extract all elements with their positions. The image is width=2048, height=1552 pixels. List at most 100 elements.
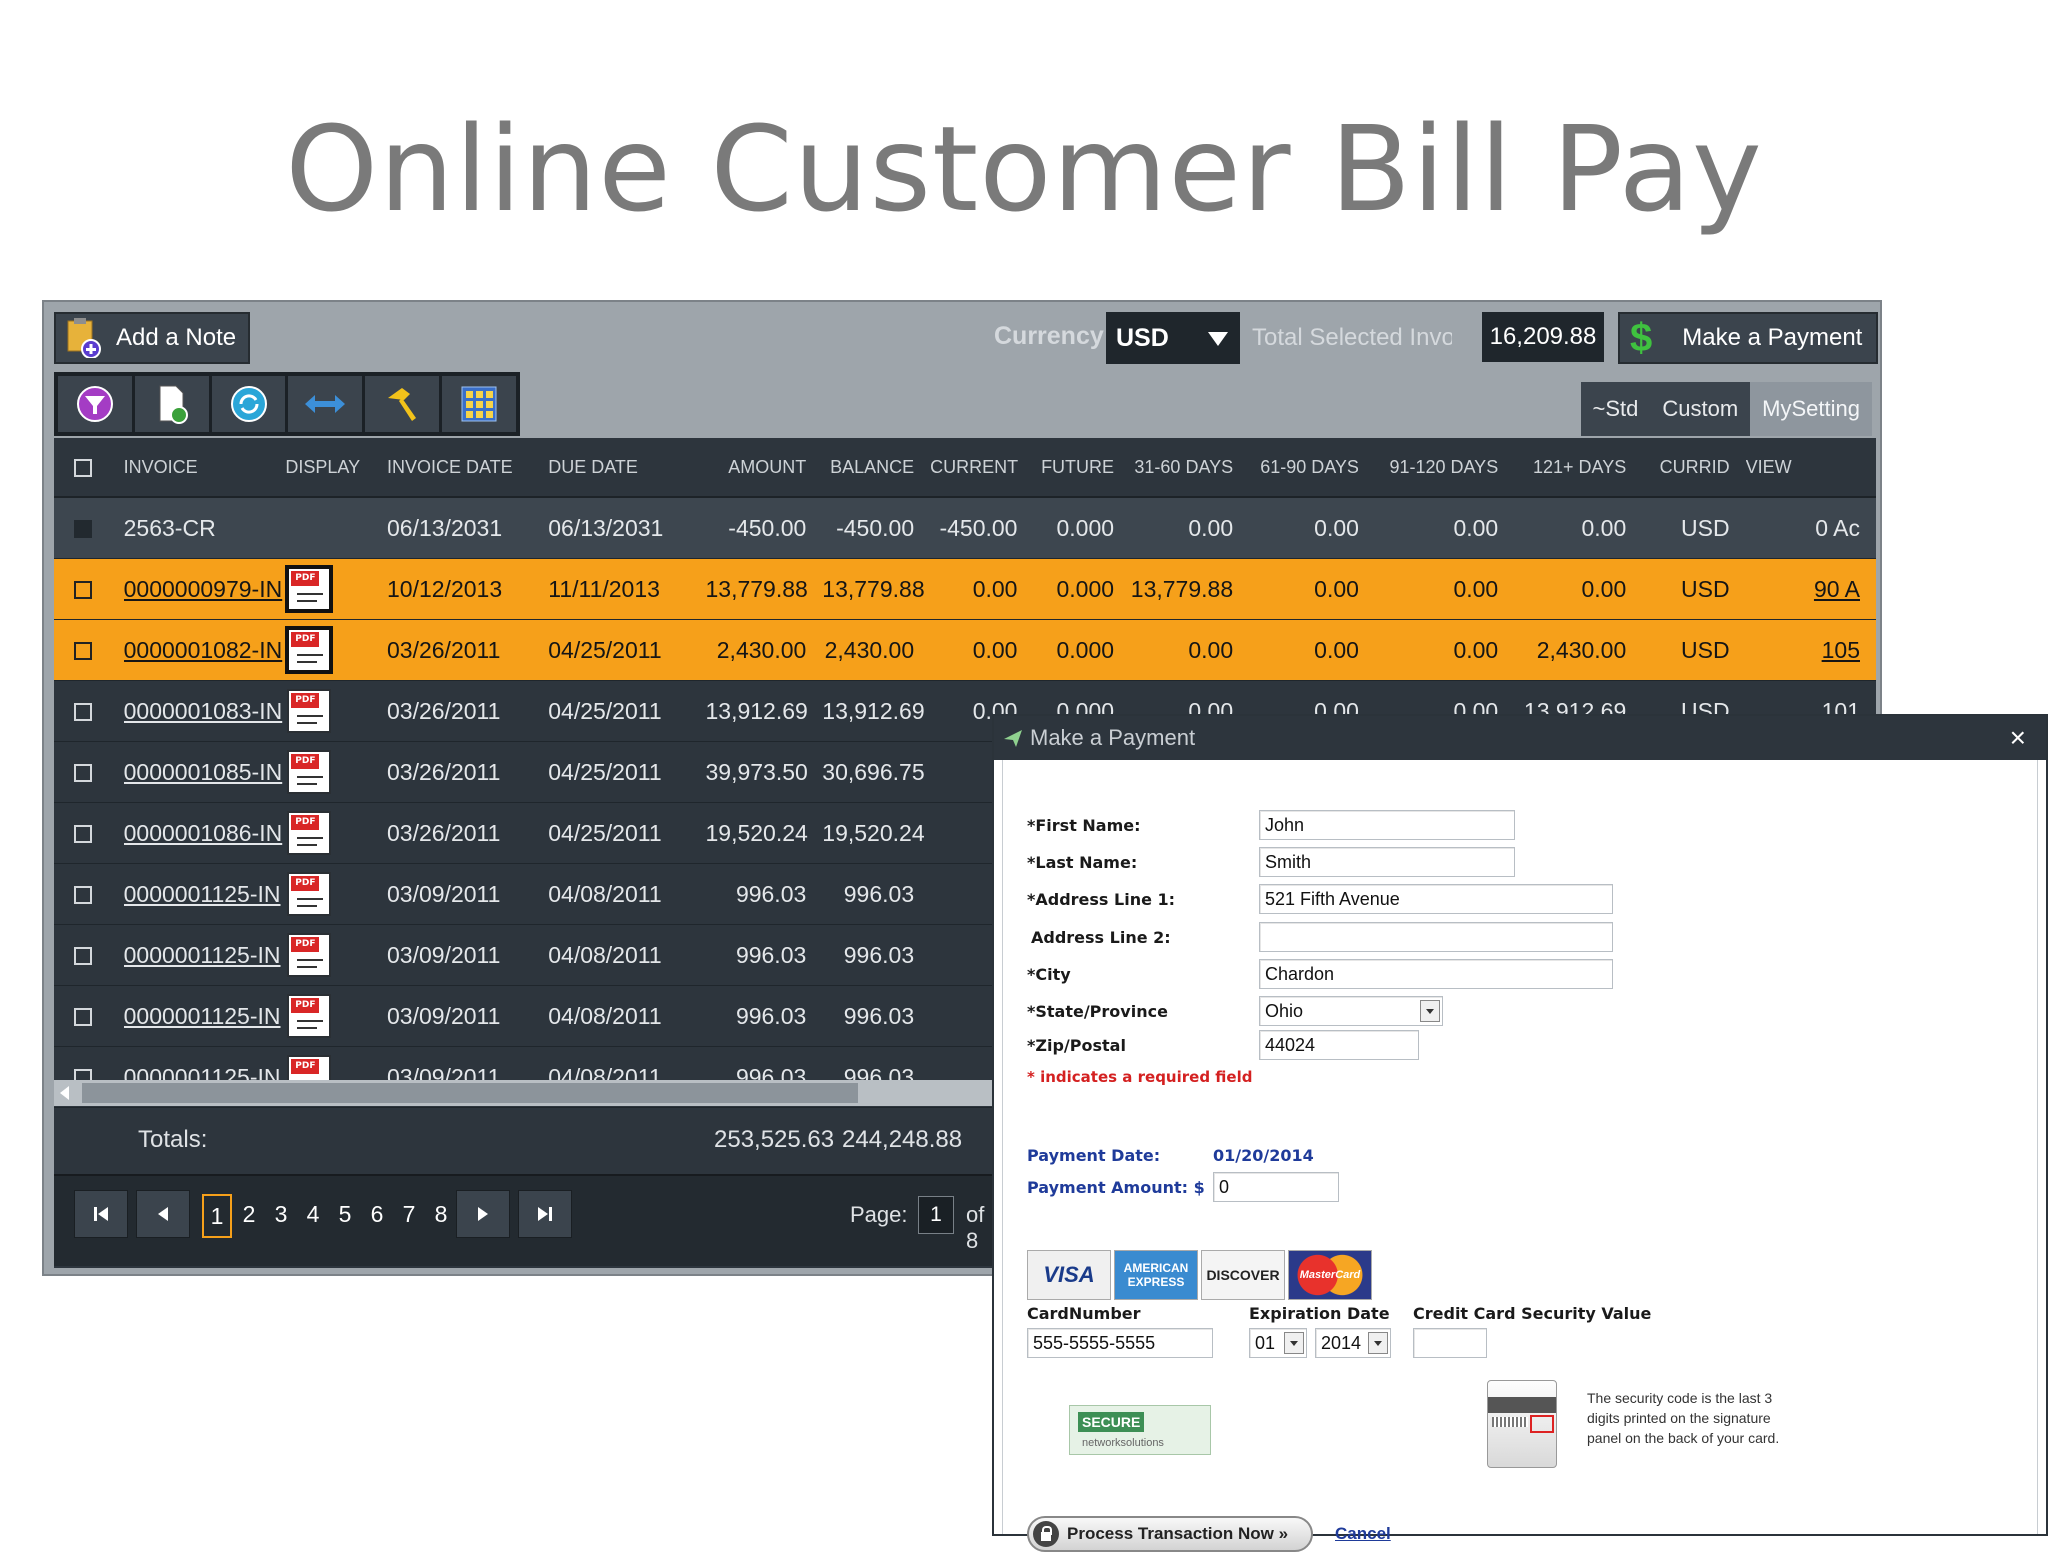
pdf-icon[interactable]: PDF bbox=[287, 994, 332, 1038]
invoice-link[interactable]: 0000001086-IN bbox=[124, 820, 283, 846]
col-current[interactable]: CURRENT bbox=[930, 438, 1034, 498]
exp-month-select[interactable]: 01 bbox=[1249, 1328, 1307, 1358]
pdf-icon[interactable]: PDF bbox=[287, 811, 332, 855]
discover-logo[interactable]: DISCOVER bbox=[1201, 1250, 1285, 1300]
city-field[interactable]: Chardon bbox=[1259, 959, 1613, 989]
last-page-button[interactable] bbox=[518, 1190, 572, 1238]
row-checkbox[interactable] bbox=[74, 947, 92, 966]
col-view[interactable]: VIEW bbox=[1745, 438, 1876, 498]
page-number-2[interactable]: 2 bbox=[234, 1194, 264, 1234]
page-number-5[interactable]: 5 bbox=[330, 1194, 360, 1234]
col-amount[interactable]: AMOUNT bbox=[705, 438, 823, 498]
col-balance[interactable]: BALANCE bbox=[822, 438, 931, 498]
view-link[interactable]: 105 bbox=[1822, 637, 1860, 663]
col-91-120-days[interactable]: 91-120 DAYS bbox=[1374, 438, 1515, 498]
page-number-3[interactable]: 3 bbox=[266, 1194, 296, 1234]
address2-field[interactable] bbox=[1259, 922, 1613, 952]
page-number-input[interactable]: 1 bbox=[918, 1196, 954, 1234]
cell-currid: USD bbox=[1642, 497, 1746, 559]
first-page-button[interactable] bbox=[74, 1190, 128, 1238]
state-select[interactable]: Ohio bbox=[1259, 996, 1443, 1026]
total-selected-value: 16,209.88 bbox=[1482, 312, 1604, 362]
col-invoice-date[interactable]: INVOICE DATE bbox=[373, 438, 549, 498]
tab-std[interactable]: ~Std bbox=[1581, 382, 1651, 436]
new-document-button[interactable] bbox=[134, 376, 209, 432]
visa-logo[interactable]: VISA bbox=[1027, 1250, 1111, 1300]
row-checkbox[interactable] bbox=[74, 581, 92, 600]
address1-field[interactable]: 521 Fifth Avenue bbox=[1259, 884, 1613, 914]
pdf-icon[interactable]: PDF bbox=[287, 933, 332, 977]
view-link[interactable]: 90 A bbox=[1814, 576, 1860, 602]
tab-mysetting[interactable]: MySetting bbox=[1750, 382, 1872, 436]
next-page-button[interactable] bbox=[456, 1190, 510, 1238]
resize-columns-button[interactable] bbox=[288, 376, 363, 432]
row-checkbox[interactable] bbox=[74, 642, 92, 661]
pdf-icon[interactable]: PDF bbox=[287, 628, 332, 672]
exp-year-select[interactable]: 2014 bbox=[1315, 1328, 1391, 1358]
grid-layout-button[interactable] bbox=[442, 376, 516, 432]
horizontal-scrollbar[interactable] bbox=[54, 1080, 996, 1106]
scrollbar-thumb[interactable] bbox=[82, 1083, 858, 1103]
close-icon[interactable]: × bbox=[2010, 722, 2026, 754]
pdf-icon[interactable]: PDF bbox=[287, 567, 332, 611]
col-currid[interactable]: CURRID bbox=[1642, 438, 1746, 498]
prev-page-button[interactable] bbox=[136, 1190, 190, 1238]
invoice-link[interactable]: 0000000979-IN bbox=[124, 576, 283, 602]
security-value-field[interactable] bbox=[1413, 1328, 1487, 1358]
tab-custom[interactable]: Custom bbox=[1650, 382, 1750, 436]
currency-select[interactable]: USD bbox=[1106, 312, 1240, 364]
invoice-link[interactable]: 0000001085-IN bbox=[124, 759, 283, 785]
invoice-link[interactable]: 0000001125-IN bbox=[124, 1003, 281, 1029]
amex-logo[interactable]: AMERICAN EXPRESS bbox=[1114, 1250, 1198, 1300]
cell-amount: 39,973.50 bbox=[705, 741, 823, 803]
col-121-plus-days[interactable]: 121+ DAYS bbox=[1514, 438, 1643, 498]
row-checkbox[interactable] bbox=[74, 1008, 92, 1027]
page-number-6[interactable]: 6 bbox=[362, 1194, 392, 1234]
invoice-link[interactable]: 0000001125-IN bbox=[124, 881, 281, 907]
scroll-left-icon[interactable] bbox=[60, 1086, 69, 1100]
col-61-90-days[interactable]: 61-90 DAYS bbox=[1249, 438, 1375, 498]
row-checkbox[interactable] bbox=[74, 703, 92, 722]
col-invoice[interactable]: INVOICE bbox=[123, 438, 286, 498]
zip-field[interactable]: 44024 bbox=[1259, 1030, 1419, 1060]
pdf-icon[interactable]: PDF bbox=[287, 872, 332, 916]
table-row[interactable]: 0000000979-IN PDF 10/12/2013 11/11/2013 13,7… bbox=[54, 558, 1876, 620]
make-payment-button[interactable]: $ Make a Payment bbox=[1618, 312, 1878, 364]
table-row[interactable]: 2563-CR 06/13/2031 06/13/2031 -450.00 -450.0… bbox=[54, 497, 1876, 559]
cell-balance: 996.03 bbox=[822, 924, 931, 986]
card-number-field[interactable]: 555-5555-5555 bbox=[1027, 1328, 1213, 1358]
last-name-field[interactable]: Smith bbox=[1259, 847, 1515, 877]
col-due-date[interactable]: DUE DATE bbox=[548, 438, 706, 498]
zip-label: *Zip/Postal bbox=[1027, 1036, 1126, 1055]
mastercard-logo[interactable]: MasterCard bbox=[1288, 1250, 1372, 1300]
select-all-checkbox[interactable] bbox=[74, 458, 92, 477]
invoice-link[interactable]: 0000001083-IN bbox=[124, 698, 283, 724]
chevron-down-icon[interactable] bbox=[1368, 1332, 1388, 1354]
cancel-link[interactable]: Cancel bbox=[1335, 1524, 1391, 1544]
refresh-button[interactable] bbox=[211, 376, 286, 432]
add-note-button[interactable]: Add a Note bbox=[54, 312, 250, 364]
col-31-60-days[interactable]: 31-60 DAYS bbox=[1130, 438, 1250, 498]
tools-button[interactable] bbox=[365, 376, 440, 432]
row-checkbox[interactable] bbox=[74, 520, 92, 539]
invoice-link[interactable]: 0000001082-IN bbox=[124, 637, 283, 663]
page-number-8[interactable]: 8 bbox=[426, 1194, 456, 1234]
page-number-4[interactable]: 4 bbox=[298, 1194, 328, 1234]
chevron-down-icon[interactable] bbox=[1284, 1332, 1304, 1354]
process-transaction-button[interactable]: Process Transaction Now » bbox=[1027, 1516, 1313, 1552]
row-checkbox[interactable] bbox=[74, 825, 92, 844]
first-name-field[interactable]: John bbox=[1259, 810, 1515, 840]
row-checkbox[interactable] bbox=[74, 764, 92, 783]
invoice-link[interactable]: 0000001125-IN bbox=[124, 942, 281, 968]
table-row[interactable]: 0000001082-IN PDF 03/26/2011 04/25/2011 2,43… bbox=[54, 619, 1876, 681]
chevron-down-icon[interactable] bbox=[1420, 1000, 1440, 1022]
payment-amount-field[interactable]: 0 bbox=[1213, 1172, 1339, 1202]
col-display[interactable]: DISPLAY bbox=[285, 438, 373, 498]
pdf-icon[interactable]: PDF bbox=[287, 689, 332, 733]
page-number-7[interactable]: 7 bbox=[394, 1194, 424, 1234]
page-number-1[interactable]: 1 bbox=[202, 1194, 232, 1238]
filter-button[interactable] bbox=[58, 376, 132, 432]
pdf-icon[interactable]: PDF bbox=[287, 750, 332, 794]
row-checkbox[interactable] bbox=[74, 886, 92, 905]
col-future[interactable]: FUTURE bbox=[1033, 438, 1131, 498]
